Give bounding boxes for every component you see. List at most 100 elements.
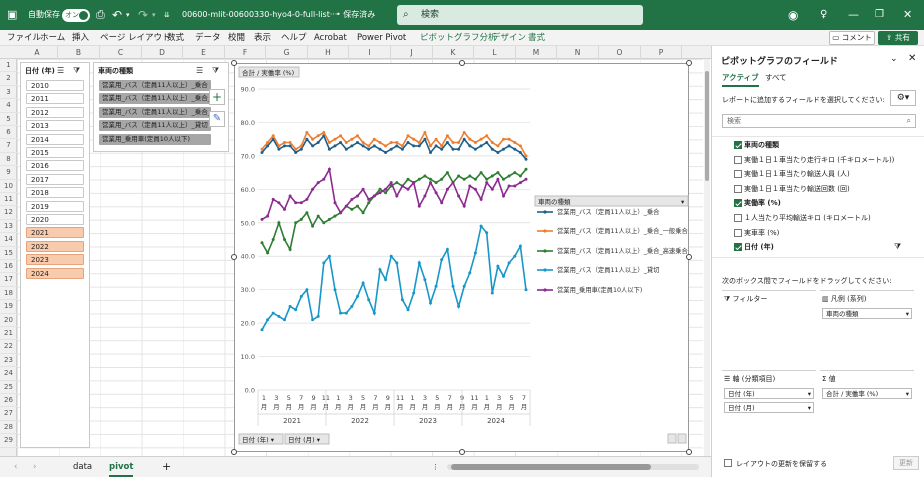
column-header-J[interactable]: J — [391, 46, 433, 59]
vertical-scrollbar[interactable] — [704, 59, 710, 456]
sheet-tab-data[interactable]: data — [73, 457, 92, 477]
column-header-C[interactable]: C — [100, 46, 142, 59]
column-header-O[interactable]: O — [599, 46, 641, 59]
menu-formulas[interactable]: 数式 — [167, 30, 184, 46]
axis-field-year[interactable]: 日付 (年) ▾ — [724, 388, 814, 399]
scroll-thumb[interactable] — [451, 464, 651, 470]
menu-data[interactable]: データ — [195, 30, 221, 46]
row-header-12[interactable]: 12 — [0, 206, 17, 220]
comment-button[interactable]: ▭ コメント — [829, 31, 875, 45]
menu-home[interactable]: ホーム — [40, 30, 65, 46]
lightbulb-icon[interactable]: ♀ — [820, 0, 827, 30]
add-sheet-icon[interactable]: + — [162, 457, 171, 477]
slicer-year-item[interactable]: 2023 — [26, 254, 84, 266]
multi-select-icon[interactable]: ☰ — [57, 66, 64, 75]
field-checkbox[interactable] — [734, 184, 742, 193]
row-header-16[interactable]: 16 — [0, 260, 17, 274]
menu-design[interactable]: デザイン — [492, 30, 526, 46]
menu-pivotchart-analyze[interactable]: ピボットグラフ分析 — [420, 30, 497, 46]
share-button[interactable]: ⇪ 共有 — [878, 31, 918, 45]
resize-handle[interactable] — [459, 449, 465, 455]
column-header-L[interactable]: L — [474, 46, 516, 59]
row-header-14[interactable]: 14 — [0, 233, 17, 247]
slicer-vehicle-type[interactable]: 車両の種類 ☰ ⧩ 営業用_バス（定員11人以上）_乗合 営業用_バス（定員11人… — [93, 62, 229, 152]
field-checkbox[interactable] — [734, 170, 742, 179]
axis-area[interactable]: ☰ 軸 (分類項目) 日付 (年) ▾ 日付 (月) ▾ — [722, 370, 816, 439]
row-header-22[interactable]: 22 — [0, 340, 17, 354]
column-header-K[interactable]: K — [433, 46, 474, 59]
chevron-down-icon[interactable]: ⌄ — [890, 54, 898, 64]
field-checkbox[interactable] — [734, 228, 742, 237]
legend-area[interactable]: ▥ 凡例 (系列) 車両の種類 ▾ — [820, 290, 914, 359]
slicer-car-item[interactable]: 営業用_バス（定員11人以上）_貸切 — [99, 120, 211, 132]
column-header-B[interactable]: B — [58, 46, 100, 59]
restore-icon[interactable]: ❐ — [875, 0, 884, 30]
resize-handle[interactable] — [686, 60, 692, 66]
prev-sheet-icon[interactable]: ‹ — [14, 457, 17, 477]
resize-handle[interactable] — [459, 60, 465, 66]
search-box[interactable]: ⌕ 検索 — [397, 5, 643, 25]
menu-acrobat[interactable]: Acrobat — [314, 30, 347, 46]
row-header-18[interactable]: 18 — [0, 287, 17, 301]
next-sheet-icon[interactable]: › — [33, 457, 36, 477]
row-header-6[interactable]: 6 — [0, 126, 17, 140]
field-checkbox[interactable] — [734, 155, 742, 164]
field-label[interactable]: 実車率 (%) — [744, 228, 779, 238]
brush-style-icon[interactable]: ✎ — [209, 111, 225, 127]
field-label[interactable]: 実働１日１車当たり輸送人員 (人) — [744, 169, 850, 179]
field-search-input[interactable]: 検索 ⌕ — [722, 114, 916, 128]
avatar-icon[interactable]: ◉ — [788, 0, 798, 30]
row-header-2[interactable]: 2 — [0, 72, 17, 86]
column-header-H[interactable]: H — [308, 46, 349, 59]
tab-active[interactable]: アクティブ — [722, 72, 759, 87]
undo-icon[interactable]: ↶ — [112, 0, 122, 30]
column-header-I[interactable]: I — [349, 46, 391, 59]
column-header-F[interactable]: F — [225, 46, 266, 59]
row-header-15[interactable]: 15 — [0, 247, 17, 260]
redo-icon[interactable]: ↷ — [138, 0, 148, 30]
row-header-4[interactable]: 4 — [0, 99, 17, 113]
row-header-20[interactable]: 20 — [0, 314, 17, 327]
slicer-year-item[interactable]: 2017 — [26, 173, 84, 185]
row-header-8[interactable]: 8 — [0, 153, 17, 167]
slicer-car-item[interactable]: 営業用_バス（定員11人以上）_乗合 — [99, 80, 211, 91]
chevron-down-icon[interactable]: ▾ — [126, 0, 130, 30]
column-header-N[interactable]: N — [557, 46, 599, 59]
menu-file[interactable]: ファイル — [7, 30, 41, 46]
slicer-year-item[interactable]: 2020 — [26, 214, 84, 225]
slicer-year-item[interactable]: 2019 — [26, 200, 84, 212]
row-header-19[interactable]: 19 — [0, 300, 17, 314]
resize-handle[interactable] — [231, 449, 237, 455]
values-field[interactable]: 合計 / 実働率 (%) ▾ — [822, 388, 912, 399]
row-header-17[interactable]: 17 — [0, 273, 17, 287]
save-icon[interactable]: ⎙ — [96, 0, 105, 30]
resize-handle[interactable] — [231, 254, 237, 260]
resize-handle[interactable] — [686, 449, 692, 455]
slicer-year-item[interactable]: 2013 — [26, 120, 84, 132]
row-header-26[interactable]: 26 — [0, 394, 17, 408]
slicer-year[interactable]: 日付 (年) ☰ ⧩ 2010 2011 2012 2013 2014 2015 2016 2… — [20, 62, 90, 448]
row-header-28[interactable]: 28 — [0, 421, 17, 435]
menu-insert[interactable]: 挿入 — [72, 30, 89, 46]
slicer-year-item[interactable]: 2014 — [26, 133, 84, 145]
filter-icon[interactable]: ⧩ — [894, 242, 901, 252]
row-header-24[interactable]: 24 — [0, 367, 17, 381]
row-header-23[interactable]: 23 — [0, 354, 17, 368]
slicer-car-item[interactable]: 営業用_乗用車(定員10人以下) — [99, 133, 211, 145]
menu-format[interactable]: 書式 — [528, 30, 545, 46]
slicer-year-item[interactable]: 2018 — [26, 187, 84, 199]
save-status[interactable]: • 保存済み — [336, 0, 375, 30]
row-header-29[interactable]: 29 — [0, 434, 17, 448]
customize-icon[interactable]: ⇊ — [164, 0, 170, 30]
autosave-toggle[interactable]: オン — [62, 9, 90, 22]
column-header-D[interactable]: D — [142, 46, 183, 59]
sheet-tab-pivot[interactable]: pivot — [109, 457, 134, 477]
row-header-5[interactable]: 5 — [0, 113, 17, 126]
menu-review[interactable]: 校閲 — [228, 30, 245, 46]
tab-all[interactable]: すべて — [765, 72, 787, 83]
menu-help[interactable]: ヘルプ — [281, 30, 307, 46]
slicer-year-item[interactable]: 2021 — [26, 227, 84, 239]
slicer-year-item[interactable]: 2024 — [26, 267, 84, 279]
slicer-car-item[interactable]: 営業用_バス（定員11人以上）_乗合_高速... — [99, 106, 211, 118]
column-header-E[interactable]: E — [183, 46, 225, 59]
